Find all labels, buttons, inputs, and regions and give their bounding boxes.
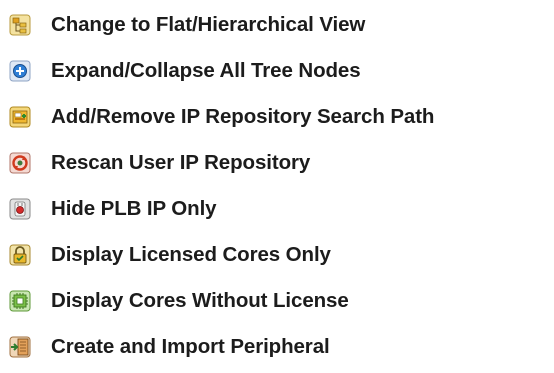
create-import-peripheral-icon bbox=[9, 336, 31, 358]
legend-item-create-import-peripheral: Create and Import Peripheral bbox=[0, 329, 554, 365]
legend-item-label: Hide PLB IP Only bbox=[51, 197, 217, 220]
rescan-icon bbox=[9, 152, 31, 174]
legend-item-label: Change to Flat/Hierarchical View bbox=[51, 13, 366, 36]
legend-item-label: Rescan User IP Repository bbox=[51, 151, 311, 174]
legend-item-rescan: Rescan User IP Repository bbox=[0, 145, 554, 181]
legend-item-label: Add/Remove IP Repository Search Path bbox=[51, 105, 435, 128]
legend-item-label: Expand/Collapse All Tree Nodes bbox=[51, 59, 361, 82]
legend-item-flat-hierarchical-view: Change to Flat/Hierarchical View bbox=[0, 7, 554, 43]
legend-item-repository-search-path: Add/Remove IP Repository Search Path bbox=[0, 99, 554, 135]
legend-item-label: Display Cores Without License bbox=[51, 289, 349, 312]
legend-item-label: Display Licensed Cores Only bbox=[51, 243, 331, 266]
legend-item-licensed-cores: Display Licensed Cores Only bbox=[0, 237, 554, 273]
hide-plb-icon bbox=[9, 198, 31, 220]
toolbar-button-legend: Change to Flat/Hierarchical View Expand/… bbox=[0, 0, 554, 373]
legend-item-cores-without-license: Display Cores Without License bbox=[0, 283, 554, 319]
legend-item-label: Create and Import Peripheral bbox=[51, 335, 330, 358]
expand-collapse-icon bbox=[9, 60, 31, 82]
flat-hierarchical-view-icon bbox=[9, 14, 31, 36]
licensed-cores-lock-icon bbox=[9, 244, 31, 266]
legend-item-hide-plb: Hide PLB IP Only bbox=[0, 191, 554, 227]
legend-item-expand-collapse: Expand/Collapse All Tree Nodes bbox=[0, 53, 554, 89]
cores-without-license-icon bbox=[9, 290, 31, 312]
repository-search-path-icon bbox=[9, 106, 31, 128]
